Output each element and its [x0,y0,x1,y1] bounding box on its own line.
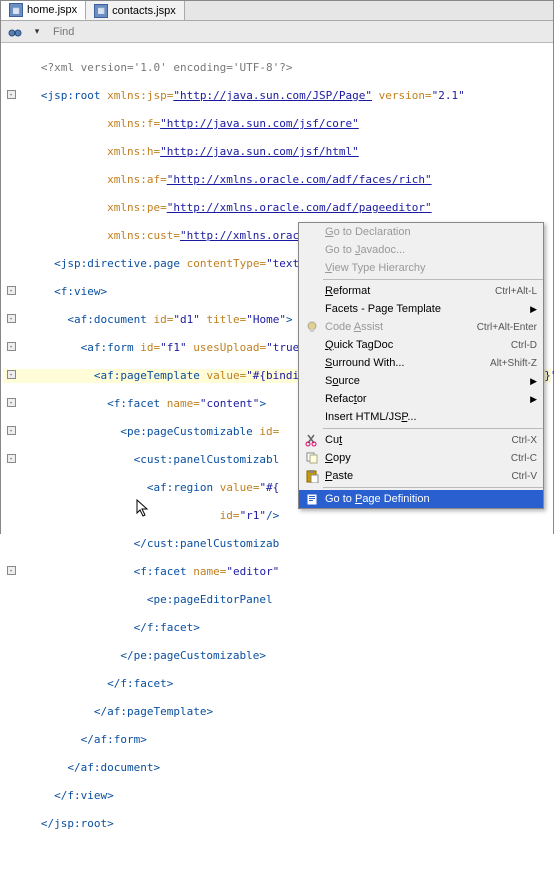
page-definition-icon [303,492,321,506]
file-icon: ▦ [9,3,23,17]
context-menu: GGo to Declarationo to Declaration Go to… [298,222,544,509]
editor-tabs: ▦ home.jspx ▦ contacts.jspx [1,1,553,21]
menu-go-page-definition[interactable]: Go to Page Definition [299,490,543,508]
tag-facet: <f:facet [134,565,187,578]
fold-icon[interactable]: - [7,566,16,575]
fold-icon[interactable]: - [7,398,16,407]
menu-go-javadoc[interactable]: Go to Javadoc... [299,241,543,259]
submenu-arrow-icon: ▶ [530,376,537,387]
tag-close: </f:facet> [134,621,200,634]
fold-icon[interactable]: - [7,90,16,99]
submenu-arrow-icon: ▶ [530,394,537,405]
menu-insert-html[interactable]: Insert HTML/JSP... [299,408,543,426]
bulb-icon [303,321,321,333]
copy-icon [303,451,321,465]
binoculars-icon[interactable] [7,24,23,40]
menu-quick-tagdoc[interactable]: Quick TagDocCtrl-D [299,336,543,354]
tag-close: </f:facet> [107,677,173,690]
find-toolbar: ▾ [1,21,553,43]
tag-jsproot: <jsp:root [41,89,101,102]
menu-facets[interactable]: Facets - Page Template▶ [299,300,543,318]
cut-icon [303,433,321,447]
tag-panelcustom: <cust:panelCustomizabl [134,453,280,466]
tag-close: </af:pageTemplate> [94,705,213,718]
tag-close: </f:view> [54,789,114,802]
menu-copy[interactable]: CopyCtrl-C [299,449,543,467]
menu-separator [323,487,543,488]
tab-label: home.jspx [27,4,77,16]
menu-go-declaration[interactable]: GGo to Declarationo to Declaration [299,223,543,241]
find-input[interactable] [51,25,547,39]
menu-source[interactable]: Source▶ [299,372,543,390]
fold-icon[interactable]: - [7,426,16,435]
fold-icon[interactable]: - [7,454,16,463]
tag-form: <af:form [81,341,134,354]
menu-refactor[interactable]: Refactor▶ [299,390,543,408]
tab-label: contacts.jspx [112,5,176,17]
tag-close: </af:document> [67,761,160,774]
tag-pagecustom: <pe:pageCustomizable [120,425,252,438]
dropdown-icon[interactable]: ▾ [29,24,45,40]
tag-region: <af:region [147,481,213,494]
menu-cut[interactable]: CutCtrl-X [299,431,543,449]
tag-directive: <jsp:directive.page [54,257,180,270]
menu-surround-with[interactable]: Surround With...Alt+Shift-Z [299,354,543,372]
tag-close: </cust:panelCustomizab [134,537,280,550]
fold-icon[interactable]: - [7,370,16,379]
xml-pi: <?xml version='1.0' encoding='UTF-8'?> [41,61,293,74]
file-icon: ▦ [94,4,108,18]
menu-separator [323,279,543,280]
tab-contacts[interactable]: ▦ contacts.jspx [86,1,185,20]
fold-icon[interactable]: - [7,286,16,295]
tag-close: </af:form> [81,733,147,746]
menu-code-assist[interactable]: Code AssistCtrl+Alt-Enter [299,318,543,336]
menu-separator [323,428,543,429]
tag-document: <af:document [67,313,146,326]
tag-fview: <f:view> [54,285,107,298]
tag-facet: <f:facet [107,397,160,410]
submenu-arrow-icon: ▶ [530,304,537,315]
fold-icon[interactable]: - [7,342,16,351]
menu-reformat[interactable]: ReformatCtrl+Alt-L [299,282,543,300]
tag-close: </pe:pageCustomizable> [120,649,266,662]
paste-icon [303,469,321,483]
tab-home[interactable]: ▦ home.jspx [1,1,86,20]
tag-pagetemplate: <af:pageTemplate [94,369,200,382]
fold-icon[interactable]: - [7,314,16,323]
tag-close: </jsp:root> [41,817,114,830]
menu-paste[interactable]: PasteCtrl-V [299,467,543,485]
menu-view-hierarchy[interactable]: View Type Hierarchy [299,259,543,277]
tag-editorpanel: <pe:pageEditorPanel [147,593,273,606]
